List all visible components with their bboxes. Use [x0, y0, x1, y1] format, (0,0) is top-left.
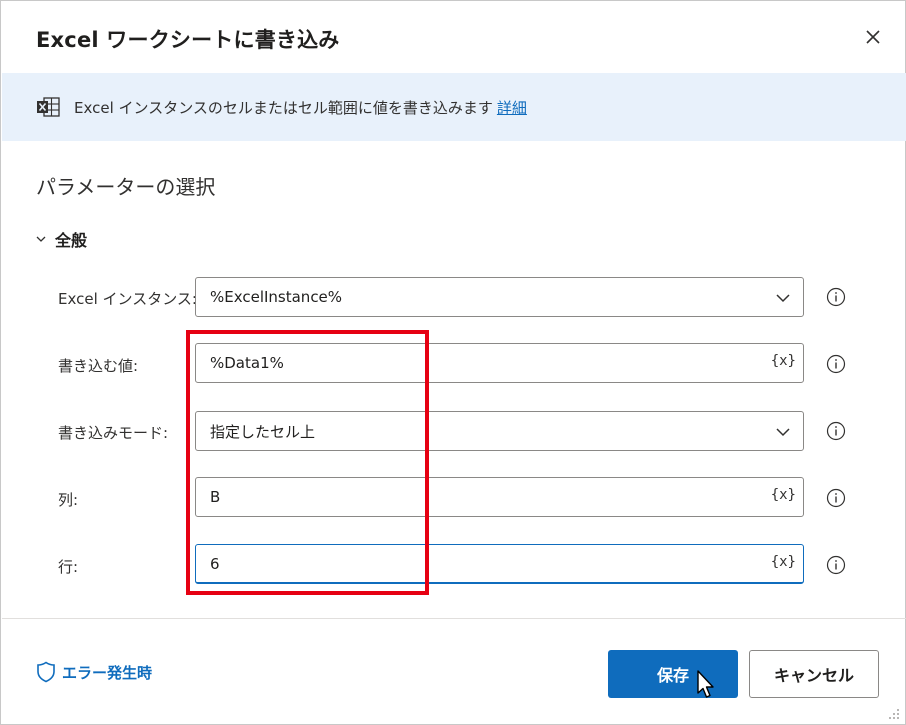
- close-icon: [866, 30, 880, 44]
- variable-picker-button[interactable]: {x}: [768, 352, 799, 370]
- column-input[interactable]: B {x}: [195, 477, 804, 517]
- instance-label: Excel インスタンス:: [58, 290, 197, 308]
- cancel-button[interactable]: キャンセル: [749, 650, 879, 698]
- column-value: B: [210, 488, 221, 506]
- row-label: 行:: [58, 558, 79, 576]
- info-text: Excel インスタンスのセルまたはセル範囲に値を書き込みます 詳細: [74, 97, 527, 118]
- info-circle-icon[interactable]: [826, 354, 846, 374]
- chevron-down-icon: [36, 236, 46, 242]
- value-text: %Data1%: [210, 354, 284, 372]
- group-label: 全般: [55, 231, 88, 250]
- general-group-toggle[interactable]: 全般: [35, 227, 87, 251]
- instance-dropdown[interactable]: %ExcelInstance%: [195, 277, 804, 317]
- chevron-down-icon: [776, 428, 790, 437]
- section-title: パラメーターの選択: [36, 175, 216, 199]
- save-button[interactable]: 保存: [608, 650, 738, 698]
- info-circle-icon[interactable]: [826, 488, 846, 508]
- info-bar: Excel インスタンスのセルまたはセル範囲に値を書き込みます 詳細: [2, 73, 906, 141]
- column-label: 列:: [58, 491, 79, 509]
- on-error-label: エラー発生時: [62, 663, 153, 682]
- on-error-link[interactable]: エラー発生時: [36, 661, 152, 683]
- info-circle-icon[interactable]: [826, 287, 846, 307]
- resize-grip-icon[interactable]: [887, 707, 901, 721]
- row-input[interactable]: 6 {x}: [195, 544, 804, 584]
- excel-icon: [37, 97, 60, 117]
- details-link[interactable]: 詳細: [497, 99, 527, 117]
- mode-value: 指定したセル上: [210, 422, 316, 441]
- footer-divider: [2, 618, 906, 619]
- chevron-down-icon: [776, 294, 790, 303]
- mode-label: 書き込みモード:: [58, 424, 169, 442]
- close-button[interactable]: [857, 21, 889, 53]
- value-label: 書き込む値:: [58, 357, 139, 375]
- shield-icon: [37, 661, 55, 683]
- row-value: 6: [210, 554, 220, 573]
- info-circle-icon[interactable]: [826, 421, 846, 441]
- value-input[interactable]: %Data1% {x}: [195, 343, 804, 383]
- info-circle-icon[interactable]: [826, 555, 846, 575]
- mode-dropdown[interactable]: 指定したセル上: [195, 411, 804, 451]
- info-description: Excel インスタンスのセルまたはセル範囲に値を書き込みます: [74, 99, 493, 117]
- instance-value: %ExcelInstance%: [210, 288, 343, 306]
- write-to-excel-dialog: Excel ワークシートに書き込み Excel インスタンスのセルまたはセル範囲…: [0, 0, 906, 725]
- dialog-title: Excel ワークシートに書き込み: [36, 28, 340, 52]
- variable-picker-button[interactable]: {x}: [768, 486, 799, 504]
- variable-picker-button[interactable]: {x}: [768, 553, 799, 571]
